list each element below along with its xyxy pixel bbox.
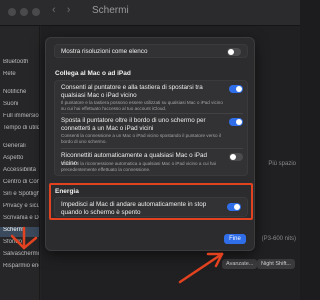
share-pointer-desc: Il puntatore e la tastiera possono esser…	[61, 100, 223, 111]
more-space-label: Più spazio	[268, 161, 296, 167]
share-pointer-title: Consenti al puntatore e alla tastiera di…	[61, 84, 203, 99]
night-shift-button[interactable]: Night Shift...	[257, 259, 295, 269]
row-push-edge: Sposta il puntatore oltre il bordo di un…	[55, 114, 249, 148]
sidebar-item-network[interactable]: Rete	[0, 71, 39, 81]
sidebar-item-appearance[interactable]: Aspetto	[0, 155, 39, 165]
sidebar-item-energy[interactable]: Risparmio energia	[0, 263, 39, 273]
sidebar-item-sounds[interactable]: Suoni	[0, 101, 39, 111]
back-forward-icon[interactable]: ‹ ›	[52, 4, 74, 16]
close-window-button[interactable]	[8, 8, 16, 16]
sidebar-item-bluetooth[interactable]: Bluetooth	[0, 59, 39, 69]
minimize-window-button[interactable]	[20, 8, 28, 16]
show-resolutions-label: Mostra risoluzioni come elenco	[61, 48, 148, 55]
preset-label: (P3-600 nits)	[261, 236, 296, 242]
window-title: Schermi	[92, 5, 129, 16]
show-resolutions-card: Mostra risoluzioni come elenco	[54, 44, 248, 58]
highlight-box	[49, 183, 253, 220]
zoom-window-button[interactable]	[32, 8, 40, 16]
sidebar: Bluetooth Rete Notifiche Suoni Full imme…	[0, 26, 40, 300]
sidebar-item-general[interactable]: Generali	[0, 143, 39, 153]
push-edge-desc: Consenti la connessione a un Mac o iPad …	[61, 133, 221, 144]
auto-reconnect-desc: Consenti la riconnessione automatica a q…	[61, 161, 216, 172]
sidebar-item-control-center[interactable]: Centro di Controllo	[0, 179, 39, 189]
sidebar-item-accessibility[interactable]: Accessibilità	[0, 167, 39, 177]
auto-reconnect-toggle[interactable]	[229, 153, 243, 161]
row-auto-reconnect: Riconnettiti automaticamente a qualsiasi…	[55, 149, 249, 177]
row-share-pointer: Consenti al puntatore e alla tastiera di…	[55, 81, 249, 113]
push-edge-title: Sposta il puntatore oltre il bordo di un…	[61, 117, 206, 132]
title-bar: ‹ › Schermi	[0, 0, 300, 26]
show-resolutions-toggle[interactable]	[227, 48, 241, 56]
sidebar-item-desktop-dock[interactable]: Scrivania e Dock	[0, 215, 39, 225]
sidebar-item-screen-saver[interactable]: Salvaschermo	[0, 251, 39, 261]
sidebar-item-privacy[interactable]: Privacy e sicurezza	[0, 203, 39, 213]
share-pointer-toggle[interactable]	[229, 85, 243, 93]
link-card: Consenti al puntatore e alla tastiera di…	[54, 80, 248, 176]
push-edge-toggle[interactable]	[229, 118, 243, 126]
advanced-button[interactable]: Avanzate...	[222, 259, 258, 269]
done-button[interactable]: Fine	[224, 234, 246, 244]
sidebar-item-focus[interactable]: Full immersion	[0, 113, 39, 123]
sidebar-item-wallpaper[interactable]: Sfondo	[0, 239, 39, 249]
sidebar-item-siri-spotlight[interactable]: Siri e Spotlight	[0, 191, 39, 201]
sidebar-item-screen-time[interactable]: Tempo di utilizzo	[0, 125, 39, 135]
sidebar-item-notifications[interactable]: Notifiche	[0, 89, 39, 99]
sidebar-item-displays[interactable]: Schermi	[0, 227, 39, 237]
link-section-title: Collega al Mac o ad iPad	[55, 70, 131, 77]
